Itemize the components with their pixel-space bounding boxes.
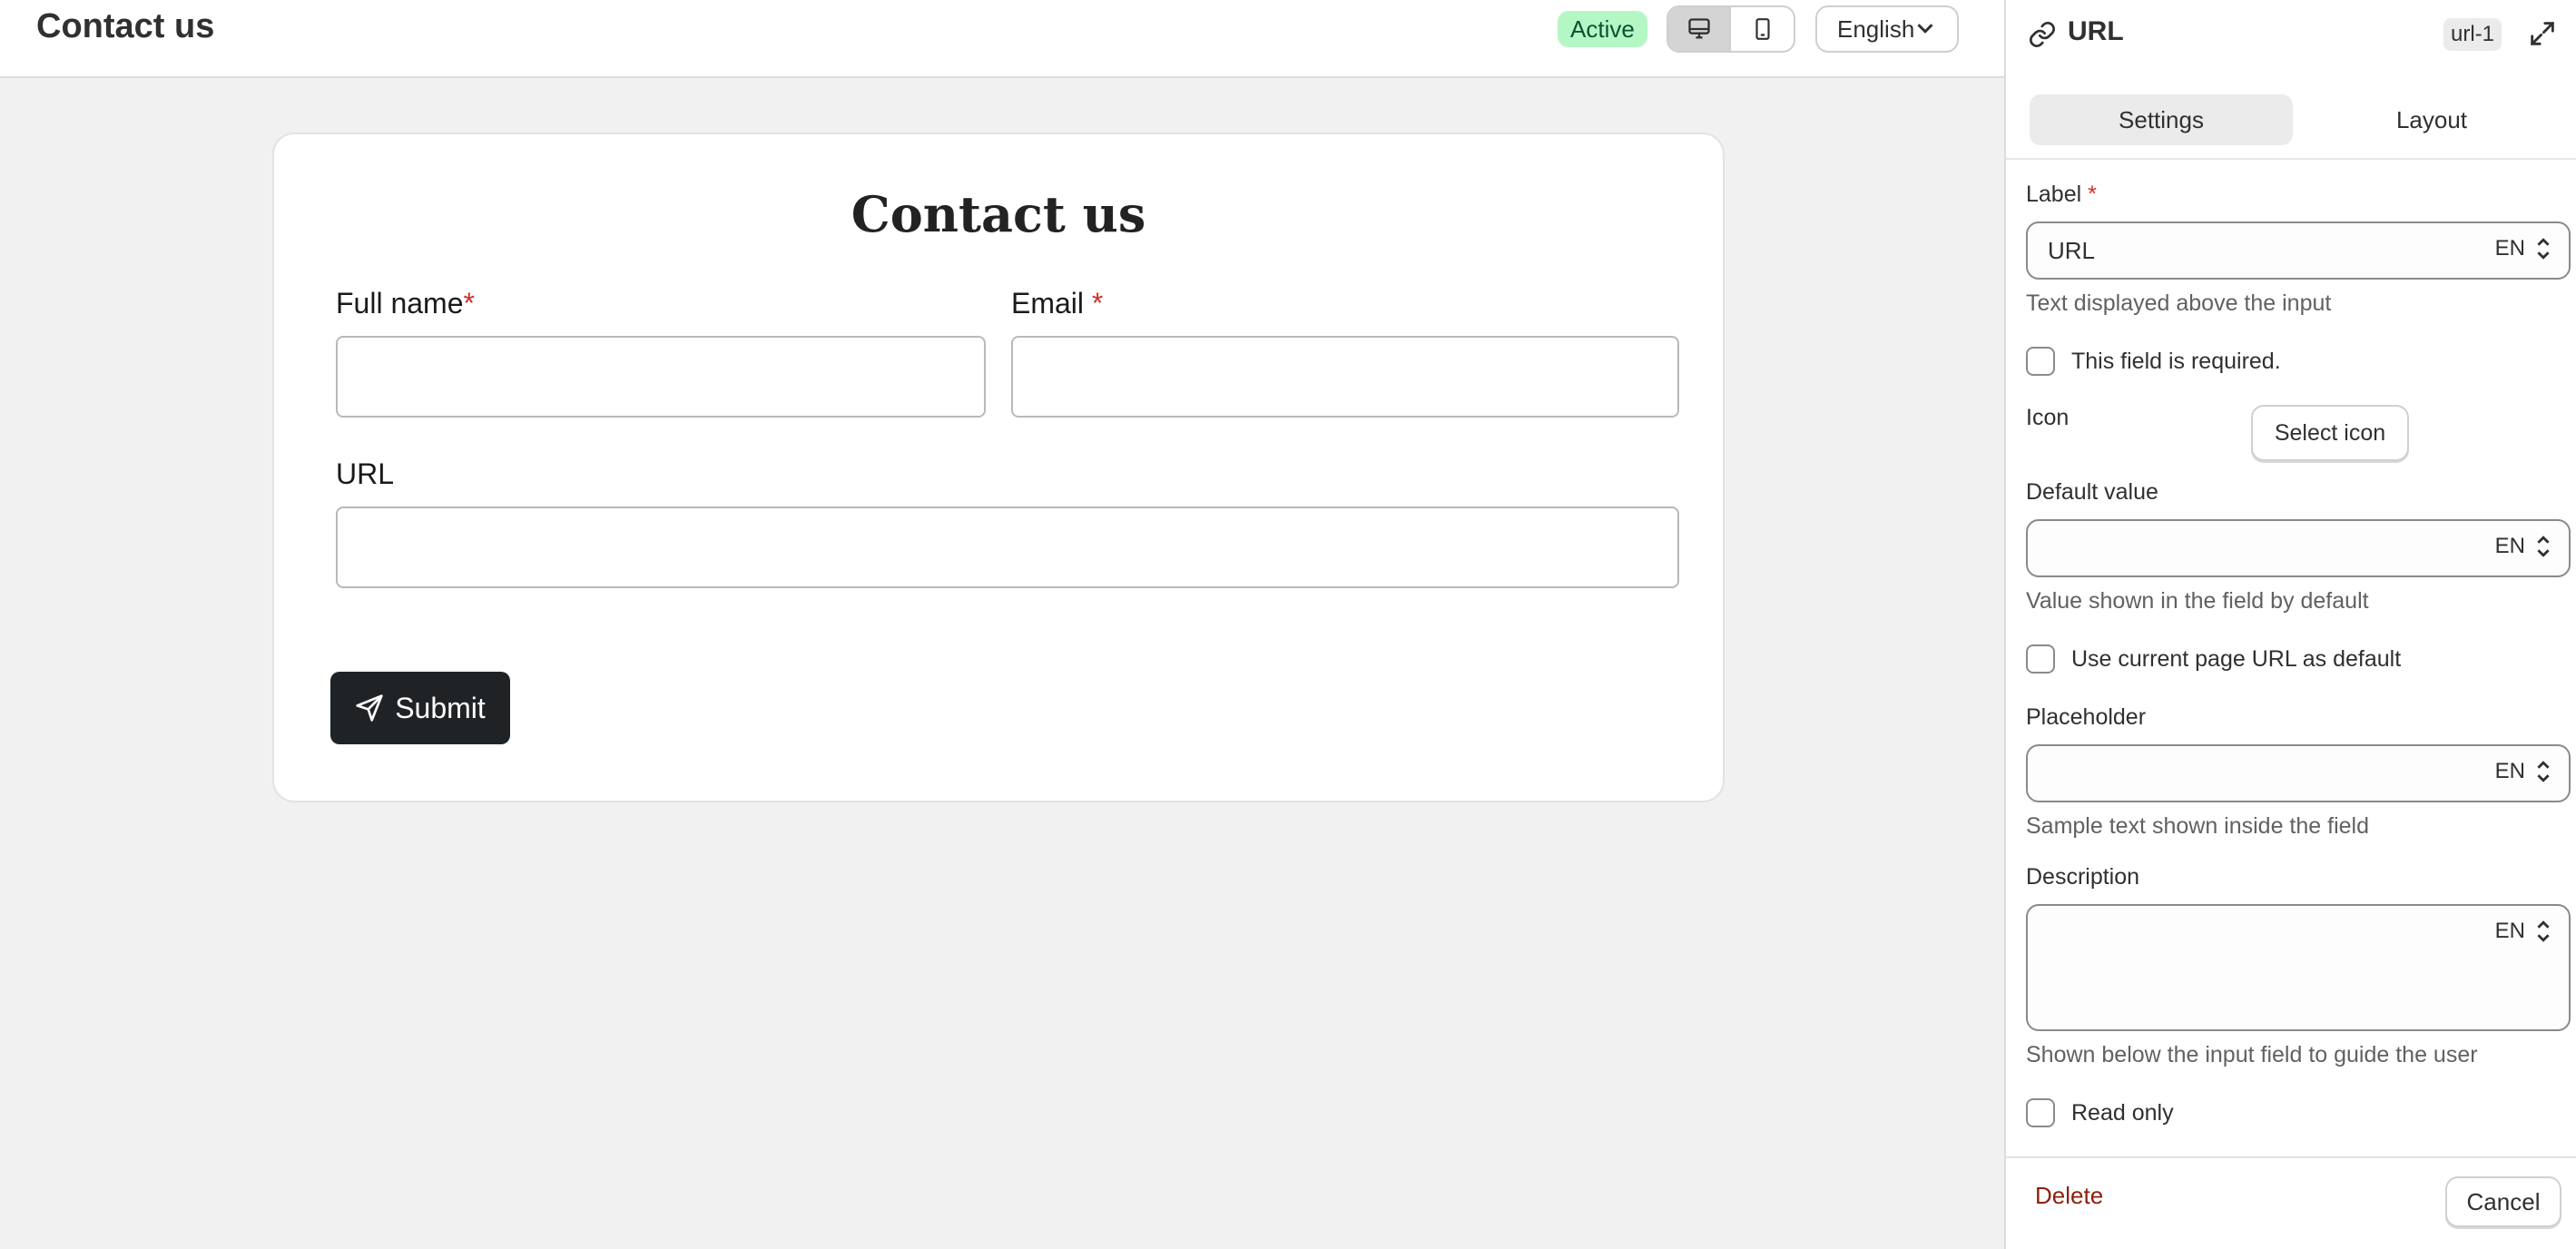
panel-tabs: Settings Layout — [2006, 87, 2576, 160]
panel-header: URL url-1 — [2006, 0, 2576, 69]
placeholder-language-picker[interactable]: EN — [2495, 759, 2552, 784]
description-language-picker[interactable]: EN — [2495, 919, 2552, 944]
label-input[interactable]: URL EN — [2026, 221, 2571, 280]
default-value-input[interactable]: EN — [2026, 519, 2571, 577]
chevron-up-down-icon — [2537, 761, 2550, 782]
default-value-label: Default value — [2026, 479, 2158, 505]
top-bar: Contact us Active English — [0, 0, 2004, 78]
submit-button-label: Submit — [395, 691, 486, 724]
device-toggle — [1667, 5, 1795, 53]
status-badge: Active — [1558, 11, 1647, 47]
language-code: EN — [2494, 759, 2525, 783]
placeholder-input[interactable]: EN — [2026, 744, 2571, 802]
default-value-help-text: Value shown in the field by default — [2026, 588, 2369, 614]
email-label: Email * — [1011, 287, 1103, 320]
cancel-button[interactable]: Cancel — [2445, 1176, 2561, 1227]
read-only-checkbox-label: Read only — [2071, 1099, 2174, 1126]
label-language-picker[interactable]: EN — [2495, 236, 2552, 261]
expand-icon[interactable] — [2527, 18, 2558, 49]
desktop-view-button[interactable] — [1668, 7, 1732, 51]
send-icon — [356, 694, 383, 722]
required-checkbox[interactable] — [2026, 347, 2055, 376]
required-checkbox-row[interactable]: This field is required. — [2026, 347, 2281, 376]
description-help-text: Shown below the input field to guide the… — [2026, 1042, 2478, 1067]
full-name-label: Full name* — [336, 287, 475, 320]
field-id-badge: url-1 — [2443, 18, 2502, 51]
tab-layout[interactable]: Layout — [2300, 94, 2563, 145]
current-url-checkbox[interactable] — [2026, 644, 2055, 674]
chevron-up-down-icon — [2537, 238, 2550, 260]
label-field-label-text: Label — [2026, 182, 2082, 207]
submit-button[interactable]: Submit — [330, 672, 510, 744]
chevron-up-down-icon — [2537, 536, 2550, 557]
required-mark: * — [2088, 182, 2097, 207]
email-label-text: Email — [1011, 287, 1085, 320]
current-url-checkbox-row[interactable]: Use current page URL as default — [2026, 644, 2401, 674]
mobile-view-button[interactable] — [1731, 7, 1794, 51]
tab-settings[interactable]: Settings — [2030, 94, 2293, 145]
url-input[interactable] — [336, 506, 1679, 588]
mobile-icon — [1755, 18, 1770, 40]
placeholder-help-text: Sample text shown inside the field — [2026, 813, 2369, 839]
full-name-input[interactable] — [336, 336, 986, 418]
language-code: EN — [2494, 534, 2525, 558]
select-icon-button[interactable]: Select icon — [2251, 405, 2409, 461]
required-checkbox-label: This field is required. — [2071, 348, 2281, 374]
current-url-checkbox-label: Use current page URL as default — [2071, 645, 2402, 672]
form-heading: Contact us — [850, 185, 1146, 243]
placeholder-label: Placeholder — [2026, 704, 2147, 730]
description-label: Description — [2026, 864, 2140, 890]
default-value-language-picker[interactable]: EN — [2495, 534, 2552, 559]
link-icon — [2030, 22, 2055, 47]
language-code: EN — [2494, 919, 2525, 943]
read-only-checkbox[interactable] — [2026, 1098, 2055, 1127]
chevron-up-down-icon — [2537, 920, 2550, 942]
description-textarea[interactable]: EN — [2026, 904, 2571, 1031]
email-input[interactable] — [1011, 336, 1679, 418]
read-only-checkbox-row[interactable]: Read only — [2026, 1098, 2174, 1127]
chevron-down-icon — [1917, 24, 1933, 34]
required-mark: * — [1091, 287, 1104, 320]
panel-footer: Delete Cancel — [2006, 1156, 2576, 1249]
label-help-text: Text displayed above the input — [2026, 290, 2332, 316]
required-mark: * — [463, 287, 475, 320]
language-select[interactable]: English — [1815, 5, 1959, 53]
delete-button[interactable]: Delete — [2035, 1182, 2103, 1210]
desktop-icon — [1687, 18, 1710, 39]
icon-label: Icon — [2026, 405, 2070, 430]
field-settings-panel: URL url-1 Settings Layout Label * URL EN… — [2004, 0, 2576, 1249]
page-title: Contact us — [36, 7, 215, 45]
full-name-label-text: Full name — [336, 287, 464, 320]
panel-title: URL — [2068, 16, 2124, 46]
language-select-value: English — [1837, 15, 1915, 43]
label-field-label: Label * — [2026, 182, 2097, 208]
label-input-value: URL — [2048, 237, 2096, 264]
form-preview-card: Contact us Full name* Email * URL Submit — [272, 133, 1725, 802]
url-label: URL — [336, 457, 394, 491]
language-code: EN — [2494, 236, 2525, 261]
url-label-text: URL — [336, 457, 395, 490]
